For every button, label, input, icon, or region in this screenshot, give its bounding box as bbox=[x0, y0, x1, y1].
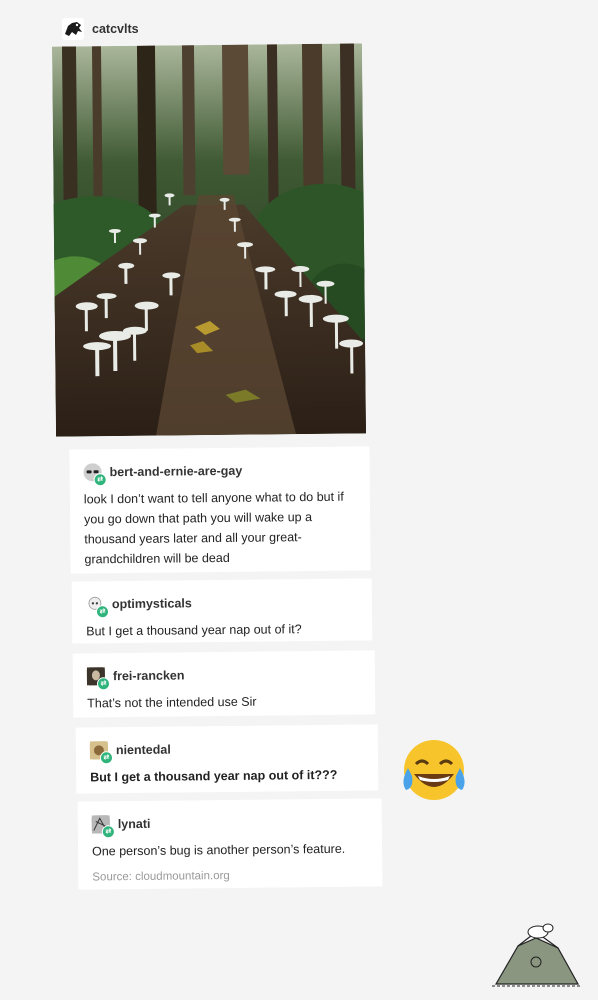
source-link[interactable]: Source: cloudmountain.org bbox=[92, 869, 370, 883]
reply-username[interactable]: frei-rancken bbox=[113, 668, 185, 683]
reply-4: ⇄ nientedal But I get a thousand year na… bbox=[75, 724, 379, 794]
reply-3: ⇄ frei-rancken That’s not the intended u… bbox=[72, 650, 376, 718]
snoopy-doghouse-sticker-icon bbox=[492, 923, 582, 987]
reply-text: That’s not the intended use Sir bbox=[87, 694, 257, 711]
reblog-badge-icon: ⇄ bbox=[93, 473, 107, 487]
reply-avatar[interactable]: ⇄ bbox=[83, 463, 107, 487]
reply-text: One person’s bug is another person’s fea… bbox=[91, 841, 346, 859]
reply-avatar[interactable]: ⇄ bbox=[85, 595, 110, 619]
reply-2: ⇄ optimysticals But I get a thousand yea… bbox=[71, 578, 373, 644]
reply-avatar[interactable]: ⇄ bbox=[86, 667, 111, 691]
reblog-badge-icon: ⇄ bbox=[96, 677, 111, 691]
reblog-badge-icon: ⇄ bbox=[99, 751, 114, 765]
reply-avatar[interactable]: ⇄ bbox=[91, 815, 115, 839]
animal-avatar-icon bbox=[65, 22, 82, 36]
post-header: catcvlts bbox=[62, 18, 139, 40]
reblog-badge-icon: ⇄ bbox=[101, 825, 115, 839]
reply-username[interactable]: bert-and-ernie-are-gay bbox=[110, 464, 243, 479]
post-photo bbox=[51, 43, 367, 437]
reply-5: ⇄ lynati One person’s bug is another per… bbox=[77, 798, 383, 890]
reply-username[interactable]: lynati bbox=[118, 817, 151, 831]
reply-username[interactable]: optimysticals bbox=[112, 596, 192, 611]
reply-text: But I get a thousand year nap out of it?… bbox=[90, 767, 338, 785]
reply-avatar[interactable]: ⇄ bbox=[89, 741, 114, 765]
laughing-tears-emoji-icon bbox=[403, 740, 465, 800]
reply-1: ⇄ bert-and-ernie-are-gay look I don’t wa… bbox=[69, 446, 371, 574]
forest-path-mushrooms-image bbox=[51, 43, 367, 437]
reply-text: look I don’t want to tell anyone what to… bbox=[83, 489, 344, 567]
reply-text: But I get a thousand year nap out of it? bbox=[86, 622, 302, 639]
op-username[interactable]: catcvlts bbox=[92, 22, 139, 36]
reblog-badge-icon: ⇄ bbox=[95, 605, 110, 619]
reply-username[interactable]: nientedal bbox=[116, 743, 171, 758]
op-avatar[interactable] bbox=[62, 18, 84, 40]
